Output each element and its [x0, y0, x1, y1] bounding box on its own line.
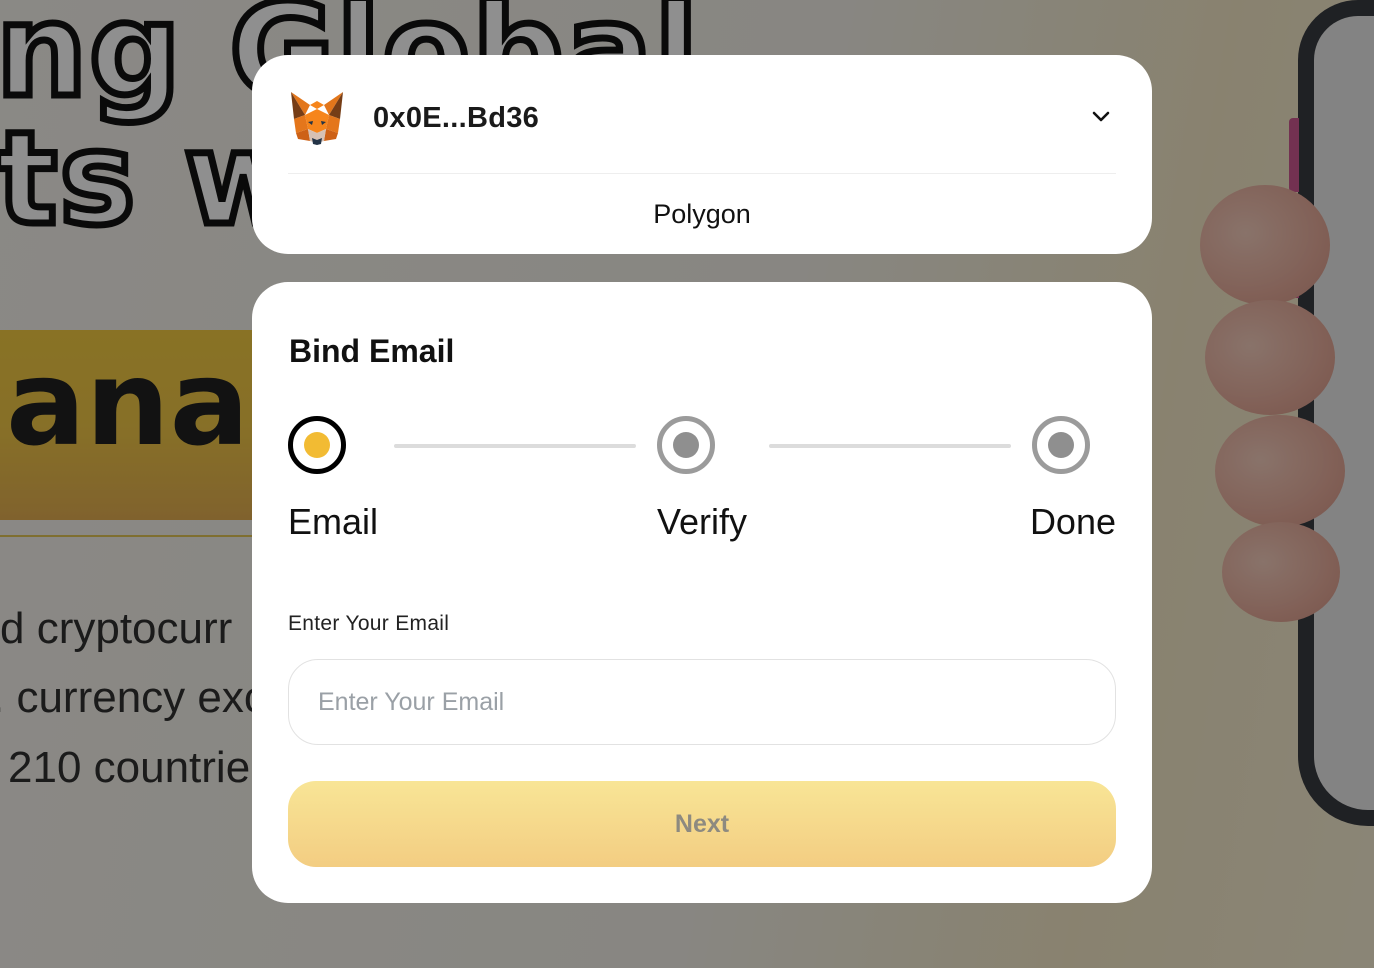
step-dot [673, 432, 699, 458]
step-done-label: Done [1029, 501, 1116, 542]
email-input[interactable] [288, 659, 1116, 745]
bind-email-title: Bind Email [289, 333, 455, 369]
network-label: Polygon [653, 199, 751, 229]
email-field-label: Enter Your Email [288, 612, 450, 635]
metamask-fox-icon [291, 92, 343, 145]
step-verify-indicator [657, 416, 715, 474]
step-connector-line [769, 444, 1011, 448]
step-done-indicator [1032, 416, 1090, 474]
step-dot [1048, 432, 1074, 458]
wallet-card: 0x0E...Bd36 Polygon [252, 55, 1152, 254]
bind-email-card: Bind Email Email Verify Done Enter Your … [252, 282, 1152, 903]
step-email-indicator [288, 416, 346, 474]
chevron-down-icon[interactable] [1088, 103, 1114, 129]
wallet-account-selector[interactable]: 0x0E...Bd36 [288, 89, 1116, 174]
wallet-address: 0x0E...Bd36 [373, 102, 540, 134]
next-button[interactable]: Next [288, 781, 1116, 867]
step-connector-line [394, 444, 636, 448]
step-dot [304, 432, 330, 458]
step-verify-label: Verify [657, 501, 748, 542]
step-email-label: Email [288, 501, 379, 542]
